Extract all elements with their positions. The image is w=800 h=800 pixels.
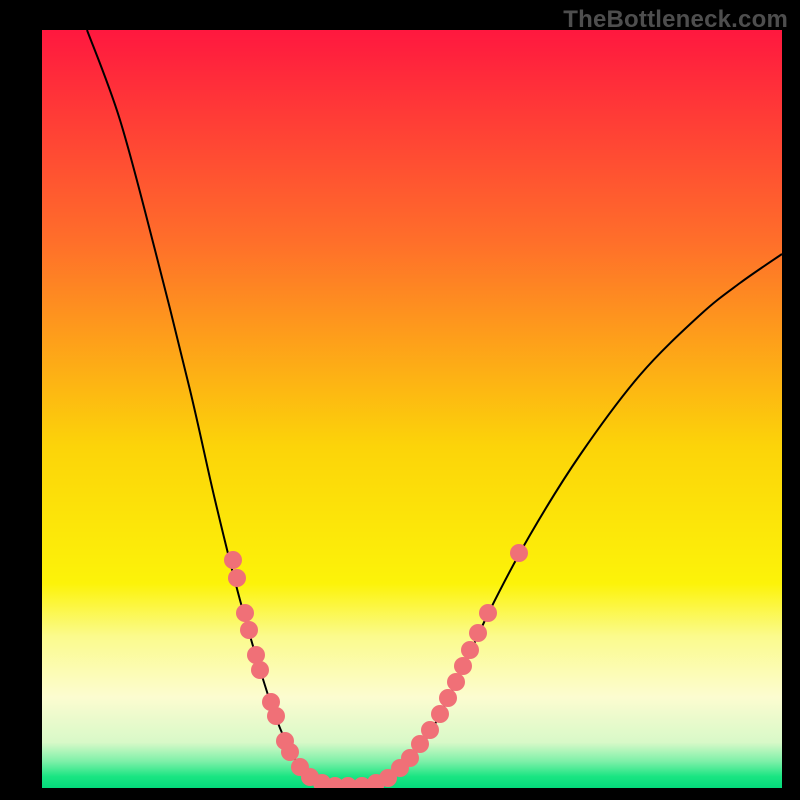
data-marker bbox=[447, 673, 465, 691]
data-marker bbox=[431, 705, 449, 723]
chart-canvas bbox=[0, 0, 800, 800]
data-marker bbox=[454, 657, 472, 675]
data-marker bbox=[236, 604, 254, 622]
outer-frame: TheBottleneck.com bbox=[0, 0, 800, 800]
data-marker bbox=[479, 604, 497, 622]
data-marker bbox=[281, 743, 299, 761]
data-marker bbox=[228, 569, 246, 587]
data-marker bbox=[469, 624, 487, 642]
data-marker bbox=[421, 721, 439, 739]
data-marker bbox=[510, 544, 528, 562]
data-marker bbox=[240, 621, 258, 639]
data-marker bbox=[251, 661, 269, 679]
data-marker bbox=[439, 689, 457, 707]
data-marker bbox=[224, 551, 242, 569]
data-marker bbox=[461, 641, 479, 659]
plot-background bbox=[42, 30, 782, 788]
data-marker bbox=[267, 707, 285, 725]
watermark-label: TheBottleneck.com bbox=[563, 6, 788, 34]
